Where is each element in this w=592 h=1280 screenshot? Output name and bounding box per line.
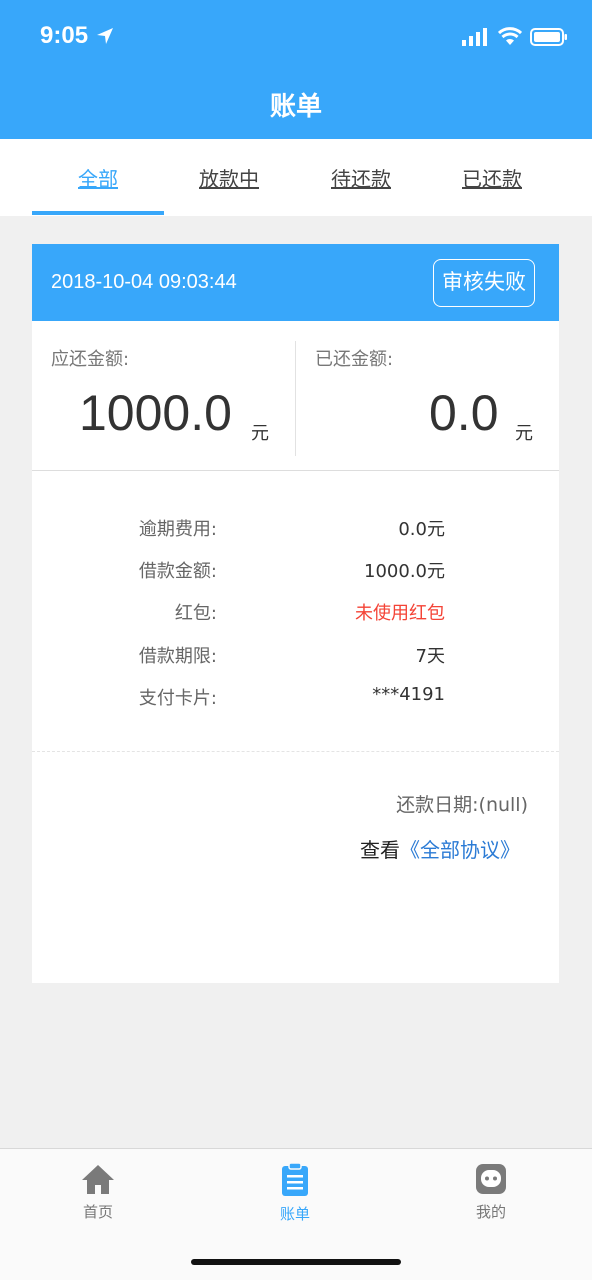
payment-card-label: 支付卡片: bbox=[138, 688, 217, 709]
paid-amount-value: 0.0 bbox=[429, 385, 499, 441]
paid-amount-label: 已还金额: bbox=[315, 349, 394, 370]
bill-icon bbox=[282, 1163, 308, 1196]
tab-all[interactable]: 全部 bbox=[32, 163, 164, 192]
amount-summary: 应还金额: 1000.0 元 已还金额: 0.0 元 bbox=[32, 321, 559, 471]
status-badge[interactable]: 审核失败 bbox=[433, 259, 535, 307]
tabbar-item-mine[interactable]: 我的 bbox=[441, 1163, 541, 1222]
active-tab-indicator bbox=[32, 211, 164, 215]
due-amount-label: 应还金额: bbox=[51, 349, 130, 370]
profile-icon bbox=[476, 1164, 506, 1194]
app-header: 9:05 账单 bbox=[0, 0, 592, 139]
payment-card-value: ***4191 bbox=[372, 684, 445, 705]
cellular-signal-icon bbox=[462, 28, 487, 46]
red-packet-value: 未使用红包 bbox=[355, 603, 445, 624]
bill-card-header: 2018-10-04 09:03:44 审核失败 bbox=[32, 244, 559, 321]
filter-tabs: 全部 放款中 待还款 已还款 bbox=[0, 139, 592, 216]
tabbar-label-mine: 我的 bbox=[475, 1203, 506, 1221]
red-packet-label: 红包: bbox=[174, 603, 217, 624]
tabbar-item-home[interactable]: 首页 bbox=[48, 1163, 148, 1222]
tabbar-label-bill: 账单 bbox=[279, 1205, 310, 1223]
location-arrow-icon bbox=[97, 28, 113, 44]
overdue-fee-value: 0.0元 bbox=[398, 519, 445, 540]
loan-amount-value: 1000.0元 bbox=[364, 561, 445, 582]
tab-pending-repayment[interactable]: 待还款 bbox=[295, 163, 427, 192]
loan-term-label: 借款期限: bbox=[138, 646, 217, 667]
page-title: 账单 bbox=[269, 92, 322, 122]
paid-amount-unit: 元 bbox=[515, 423, 533, 444]
amount-divider bbox=[295, 341, 296, 456]
dashed-divider bbox=[32, 751, 559, 752]
due-amount-unit: 元 bbox=[251, 423, 269, 444]
agreement-link[interactable]: 《全部协议》 bbox=[400, 838, 520, 862]
loan-amount-label: 借款金额: bbox=[138, 561, 217, 582]
home-icon bbox=[82, 1165, 114, 1194]
loan-term-value: 7天 bbox=[415, 646, 445, 667]
bill-datetime: 2018-10-04 09:03:44 bbox=[51, 271, 237, 293]
wifi-icon bbox=[498, 27, 522, 45]
agreement-prefix: 查看 bbox=[360, 838, 400, 862]
tabbar-label-home: 首页 bbox=[82, 1203, 113, 1221]
bill-card: 2018-10-04 09:03:44 审核失败 应还金额: 1000.0 元 … bbox=[32, 244, 559, 983]
due-amount-value: 1000.0 bbox=[79, 385, 232, 441]
tab-repaid[interactable]: 已还款 bbox=[426, 163, 558, 192]
home-indicator bbox=[191, 1259, 401, 1265]
tabbar-item-bill[interactable]: 账单 bbox=[245, 1163, 345, 1224]
status-time: 9:05 bbox=[40, 22, 89, 49]
agreement-row: 查看《全部协议》 bbox=[182, 834, 520, 863]
repayment-date: 还款日期:(null) bbox=[182, 790, 528, 817]
overdue-fee-label: 逾期费用: bbox=[138, 519, 217, 540]
repayment-date-label: 还款日期: bbox=[396, 794, 479, 816]
battery-icon bbox=[530, 28, 567, 46]
tab-disbursing[interactable]: 放款中 bbox=[163, 163, 295, 192]
repayment-date-value: (null) bbox=[478, 794, 528, 816]
